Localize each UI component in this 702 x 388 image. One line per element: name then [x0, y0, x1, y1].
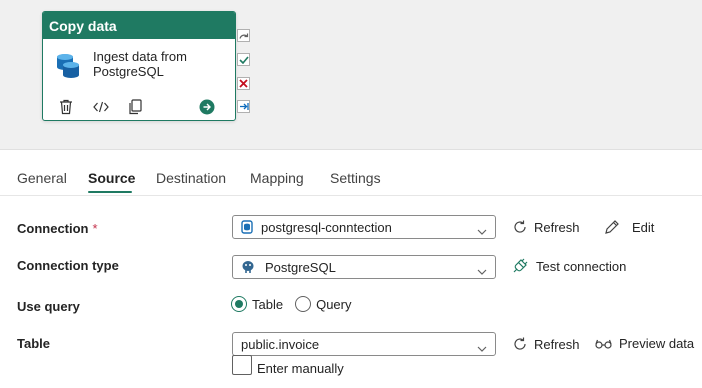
pipeline-canvas[interactable]: Copy data Ingest data from PostgreSQL	[0, 0, 702, 150]
refresh-icon	[512, 219, 528, 235]
connection-select[interactable]: postgresql-conntection	[232, 215, 496, 239]
radio-query-indicator	[295, 296, 312, 312]
activity-header: Copy data	[43, 12, 235, 39]
activity-actions	[59, 98, 227, 116]
preview-data-button[interactable]: Preview data	[595, 336, 694, 351]
activity-body: Ingest data from PostgreSQL	[55, 49, 213, 85]
radio-table-indicator	[231, 296, 247, 312]
enter-manually-label: Enter manually	[257, 361, 344, 376]
tab-source[interactable]: Source	[88, 170, 135, 186]
refresh-icon	[512, 336, 528, 352]
connection-value: postgresql-conntection	[261, 219, 392, 235]
chevron-down-icon	[477, 340, 487, 355]
tab-destination[interactable]: Destination	[156, 170, 226, 186]
database-icon	[55, 52, 81, 85]
failure-icon[interactable]	[237, 77, 250, 90]
test-connection-button[interactable]: Test connection	[512, 258, 626, 274]
postgresql-icon	[241, 260, 255, 274]
tab-settings[interactable]: Settings	[330, 170, 381, 186]
use-query-radio-group: Table Query	[231, 296, 363, 312]
enter-manually-checkbox[interactable]	[232, 354, 252, 375]
table-value: public.invoice	[241, 336, 320, 352]
copy-data-activity[interactable]: Copy data Ingest data from PostgreSQL	[42, 11, 236, 121]
tab-general[interactable]: General	[17, 170, 67, 186]
table-select[interactable]: public.invoice	[232, 332, 496, 356]
table-refresh-button[interactable]: Refresh	[512, 336, 580, 352]
radio-table[interactable]: Table	[231, 296, 283, 312]
radio-query[interactable]: Query	[295, 296, 351, 312]
connection-refresh-button[interactable]: Refresh	[512, 219, 580, 235]
delete-icon[interactable]	[59, 98, 73, 116]
connection-type-select[interactable]: PostgreSQL	[232, 255, 496, 279]
connection-type-value: PostgreSQL	[265, 259, 336, 275]
tab-mapping[interactable]: Mapping	[250, 170, 304, 186]
skip-icon[interactable]	[237, 29, 250, 42]
edit-icon	[604, 219, 620, 235]
connection-type-label: Connection type	[17, 258, 119, 273]
connection-icon	[241, 220, 253, 234]
plug-icon	[512, 258, 528, 274]
go-icon[interactable]	[199, 98, 215, 116]
glasses-icon	[595, 339, 612, 349]
table-label: Table	[17, 336, 50, 351]
chevron-down-icon	[477, 263, 487, 278]
use-query-label: Use query	[17, 299, 80, 314]
required-marker: *	[92, 221, 98, 236]
copy-icon[interactable]	[128, 98, 142, 116]
chevron-down-icon	[477, 223, 487, 238]
property-tabs: General Source Destination Mapping Setti…	[0, 158, 702, 196]
activity-description: Ingest data from PostgreSQL	[93, 49, 187, 79]
connection-edit-button[interactable]: Edit	[604, 219, 654, 235]
enter-manually-row[interactable]: Enter manually	[232, 354, 344, 376]
success-icon[interactable]	[237, 53, 250, 66]
code-icon[interactable]	[93, 98, 109, 116]
connection-label: Connection *	[17, 221, 98, 236]
completion-icon[interactable]	[237, 100, 250, 113]
active-tab-indicator	[88, 191, 132, 193]
